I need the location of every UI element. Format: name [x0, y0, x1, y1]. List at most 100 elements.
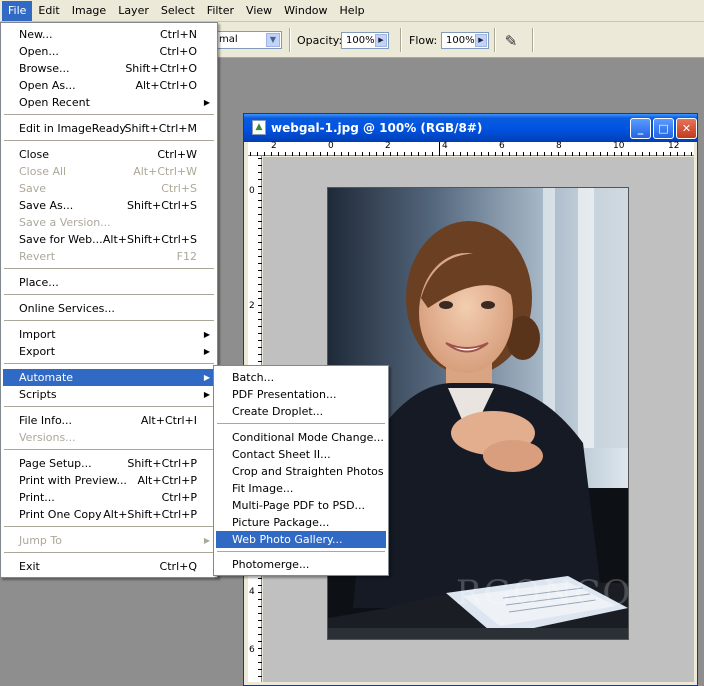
menu-item-export[interactable]: Export ▶ — [3, 343, 215, 360]
automate-submenu: Batch... PDF Presentation... Create Drop… — [213, 365, 389, 576]
menu-item-new[interactable]: New... Ctrl+N — [3, 26, 215, 43]
menu-item-page-setup[interactable]: Page Setup... Shift+Ctrl+P — [3, 455, 215, 472]
menu-item-online-services[interactable]: Online Services... — [3, 300, 215, 317]
menu-item-label: Multi-Page PDF to PSD... — [232, 499, 366, 512]
blend-mode-select[interactable]: mal ▼ — [214, 31, 282, 49]
flow-field[interactable]: 100% ▶ — [441, 32, 489, 49]
menu-item-label: Save As... — [19, 199, 74, 212]
menu-item-label: Crop and Straighten Photos — [232, 465, 384, 478]
file-menu-dropdown: New... Ctrl+N Open... Ctrl+O Browse... Shif… — [0, 22, 218, 578]
menu-window[interactable]: Window — [278, 1, 333, 21]
menu-item-browse[interactable]: Browse... Shift+Ctrl+O — [3, 60, 215, 77]
menu-item-save-for-web[interactable]: Save for Web... Alt+Shift+Ctrl+S — [3, 231, 215, 248]
submenu-item-crop-and-straighten[interactable]: Crop and Straighten Photos — [216, 463, 386, 480]
opacity-arrow-icon[interactable]: ▶ — [375, 34, 387, 47]
submenu-item-web-photo-gallery[interactable]: Web Photo Gallery... — [216, 531, 386, 548]
blend-mode-value: mal — [219, 34, 238, 45]
submenu-item-multi-page-pdf[interactable]: Multi-Page PDF to PSD... — [216, 497, 386, 514]
menu-item-shortcut: Alt+Shift+Ctrl+P — [103, 508, 197, 521]
menu-item-place[interactable]: Place... — [3, 274, 215, 291]
menu-separator — [217, 423, 385, 424]
menu-item-label: Save — [19, 182, 47, 195]
menu-layer[interactable]: Layer — [112, 1, 155, 21]
menu-item-label: Open As... — [19, 79, 76, 92]
menu-item-close-all: Close All Alt+Ctrl+W — [3, 163, 215, 180]
menu-item-label: Automate — [19, 371, 74, 384]
submenu-item-picture-package[interactable]: Picture Package... — [216, 514, 386, 531]
menu-item-label: Print with Preview... — [19, 474, 127, 487]
ruler-label: 4 — [442, 141, 448, 151]
menu-item-shortcut: Ctrl+O — [159, 45, 197, 58]
menu-item-label: Edit in ImageReady — [19, 122, 126, 135]
flow-arrow-icon[interactable]: ▶ — [475, 34, 487, 47]
submenu-item-create-droplet[interactable]: Create Droplet... — [216, 403, 386, 420]
menu-item-label: Revert — [19, 250, 56, 263]
opacity-field[interactable]: 100% ▶ — [341, 32, 389, 49]
menu-item-save-as[interactable]: Save As... Shift+Ctrl+S — [3, 197, 215, 214]
menu-item-edit-in-imageready[interactable]: Edit in ImageReady Shift+Ctrl+M — [3, 120, 215, 137]
airbrush-icon[interactable]: ✎ — [500, 30, 522, 52]
menu-edit[interactable]: Edit — [32, 1, 65, 21]
menu-item-label: Picture Package... — [232, 516, 330, 529]
menu-item-scripts[interactable]: Scripts ▶ — [3, 386, 215, 403]
menu-item-shortcut: Shift+Ctrl+S — [127, 199, 197, 212]
ruler-label: 6 — [249, 645, 255, 655]
menu-item-import[interactable]: Import ▶ — [3, 326, 215, 343]
submenu-item-pdf-presentation[interactable]: PDF Presentation... — [216, 386, 386, 403]
options-separator — [400, 28, 402, 52]
submenu-item-conditional-mode-change[interactable]: Conditional Mode Change... — [216, 429, 386, 446]
ruler-label: 6 — [499, 141, 505, 151]
menu-item-label: Batch... — [232, 371, 275, 384]
menu-view[interactable]: View — [240, 1, 278, 21]
menu-item-open-recent[interactable]: Open Recent ▶ — [3, 94, 215, 111]
submenu-item-contact-sheet[interactable]: Contact Sheet II... — [216, 446, 386, 463]
menu-separator — [4, 552, 214, 553]
chevron-down-icon[interactable]: ▼ — [266, 33, 280, 47]
submenu-item-fit-image[interactable]: Fit Image... — [216, 480, 386, 497]
document-title-bar[interactable]: ▲ webgal-1.jpg @ 100% (RGB/8#) _ □ ✕ — [244, 114, 697, 142]
menu-item-file-info[interactable]: File Info... Alt+Ctrl+I — [3, 412, 215, 429]
menu-item-print-one-copy[interactable]: Print One Copy Alt+Shift+Ctrl+P — [3, 506, 215, 523]
menu-item-label: Fit Image... — [232, 482, 294, 495]
menu-item-label: Page Setup... — [19, 457, 92, 470]
flow-label: Flow: — [409, 34, 438, 47]
menu-item-shortcut: Alt+Ctrl+P — [137, 474, 197, 487]
submenu-item-batch[interactable]: Batch... — [216, 369, 386, 386]
menu-item-print[interactable]: Print... Ctrl+P — [3, 489, 215, 506]
menu-separator — [4, 320, 214, 321]
menu-item-close[interactable]: Close Ctrl+W — [3, 146, 215, 163]
menu-item-shortcut: Ctrl+S — [161, 182, 197, 195]
menu-item-shortcut: Ctrl+Q — [159, 560, 197, 573]
menu-item-label: Web Photo Gallery... — [232, 533, 343, 546]
menu-separator — [4, 294, 214, 295]
menu-help[interactable]: Help — [334, 1, 371, 21]
submenu-arrow-icon: ▶ — [203, 390, 210, 399]
close-icon[interactable]: ✕ — [676, 118, 697, 139]
menu-select[interactable]: Select — [155, 1, 201, 21]
menu-item-automate[interactable]: Automate ▶ — [3, 369, 215, 386]
menu-file[interactable]: File — [2, 0, 33, 21]
menu-item-shortcut: Shift+Ctrl+P — [127, 457, 197, 470]
menu-bar: File Edit Image Layer Select Filter View… — [0, 0, 704, 22]
menu-item-label: Print... — [19, 491, 55, 504]
menu-item-print-with-preview[interactable]: Print with Preview... Alt+Ctrl+P — [3, 472, 215, 489]
submenu-item-photomerge[interactable]: Photomerge... — [216, 556, 386, 573]
image-file-icon: ▲ — [252, 120, 266, 135]
menu-image[interactable]: Image — [66, 1, 112, 21]
submenu-arrow-icon: ▶ — [203, 98, 210, 107]
menu-item-shortcut: Alt+Ctrl+O — [135, 79, 197, 92]
menu-item-versions: Versions... — [3, 429, 215, 446]
menu-item-label: Open Recent — [19, 96, 90, 109]
menu-item-exit[interactable]: Exit Ctrl+Q — [3, 558, 215, 575]
menu-item-label: Contact Sheet II... — [232, 448, 331, 461]
menu-item-shortcut: Ctrl+W — [157, 148, 197, 161]
minimize-icon[interactable]: _ — [630, 118, 651, 139]
submenu-arrow-icon: ▶ — [203, 536, 210, 545]
menu-item-open-as[interactable]: Open As... Alt+Ctrl+O — [3, 77, 215, 94]
menu-item-shortcut: Alt+Ctrl+W — [133, 165, 197, 178]
menu-filter[interactable]: Filter — [201, 1, 240, 21]
maximize-icon[interactable]: □ — [653, 118, 674, 139]
menu-item-shortcut: Alt+Shift+Ctrl+S — [102, 233, 197, 246]
menu-item-shortcut: F12 — [176, 250, 197, 263]
menu-item-open[interactable]: Open... Ctrl+O — [3, 43, 215, 60]
